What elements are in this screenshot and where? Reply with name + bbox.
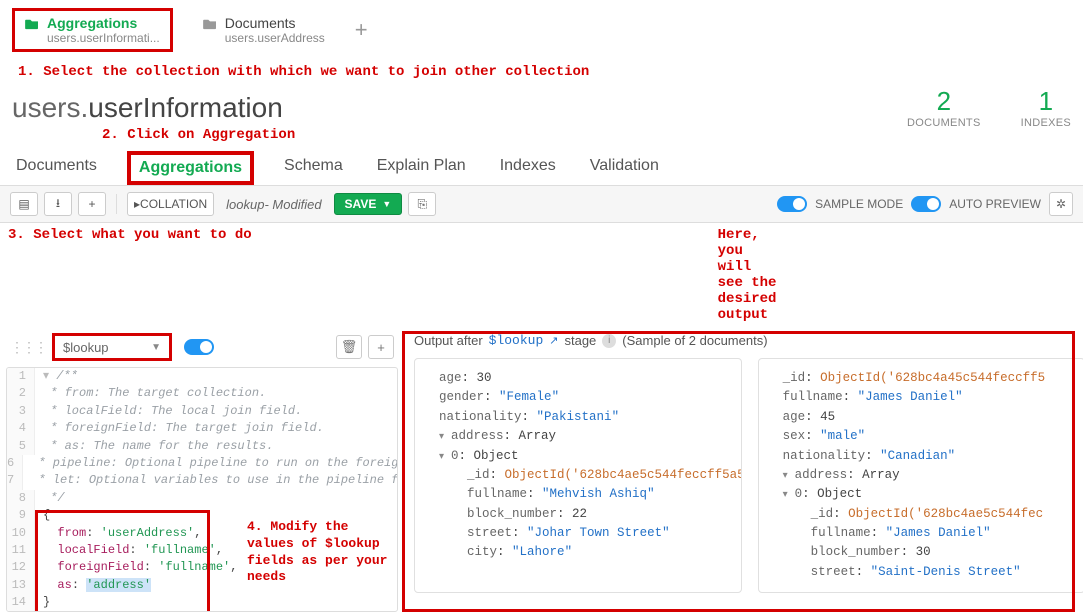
save-button[interactable]: SAVE▼ [334, 193, 403, 215]
file-tab-documents[interactable]: Documents users.userAddress [193, 11, 335, 49]
annotation-3: 3. Select what you want to do [0, 223, 252, 323]
file-tab-title: Documents [225, 15, 325, 31]
open-saved-button[interactable]: ⎘ [408, 192, 436, 216]
collapse-icon[interactable]: ▾ [439, 430, 449, 446]
tab-aggregations[interactable]: Aggregations [127, 151, 254, 185]
tab-explain-plan[interactable]: Explain Plan [373, 151, 470, 185]
file-tabs: Aggregations users.userInformati... Docu… [0, 0, 1083, 64]
tab-schema[interactable]: Schema [280, 151, 347, 185]
chevron-down-icon: ▼ [151, 342, 161, 353]
stage-enable-toggle[interactable] [184, 339, 214, 355]
annotation-4: 4. Modify the values of $lookup fields a… [247, 519, 397, 587]
export-button[interactable]: ⭳ [44, 192, 72, 216]
new-tab-button[interactable]: + [355, 19, 368, 41]
annotation-output: Here, you will see the desired output [252, 227, 777, 323]
output-header: Output after $lookup↗ stage i (Sample of… [414, 333, 1083, 348]
tab-documents[interactable]: Documents [12, 151, 101, 185]
folder-icon [25, 18, 39, 30]
stage-header: ⋮⋮⋮ $lookup ▼ 🗑 + [6, 327, 398, 367]
sample-mode-label: SAMPLE MODE [815, 197, 903, 211]
annotation-2: 2. Click on Aggregation [0, 127, 1083, 143]
stage-link[interactable]: $lookup [489, 333, 544, 348]
collapse-icon[interactable]: ▾ [439, 450, 449, 466]
stage-editor[interactable]: 1▾ /**2 * from: The target collection.3 … [6, 367, 398, 612]
namespace-title: users.userInformation [12, 92, 283, 124]
file-tab-aggregations[interactable]: Aggregations users.userInformati... [12, 8, 173, 52]
sample-mode-toggle[interactable] [777, 196, 807, 212]
delete-stage-button[interactable]: 🗑 [336, 335, 362, 359]
stat-indexes: 1 INDEXES [1021, 86, 1071, 129]
tab-indexes[interactable]: Indexes [496, 151, 560, 185]
pipeline-toolbar: ▤ ⭳ + ▸ COLLATION lookup- Modified SAVE▼… [0, 185, 1083, 223]
folder-icon [203, 18, 217, 30]
sub-tabs: Documents Aggregations Schema Explain Pl… [0, 145, 1083, 185]
pipeline-name: lookup- Modified [220, 197, 327, 212]
auto-preview-label: AUTO PREVIEW [949, 197, 1041, 211]
stat-documents: 2 DOCUMENTS [907, 86, 981, 129]
file-tab-subtitle: users.userAddress [225, 31, 325, 45]
collapse-icon[interactable]: ▾ [783, 488, 793, 504]
settings-button[interactable]: ✲ [1049, 192, 1073, 216]
file-tab-title: Aggregations [47, 15, 160, 31]
add-stage-button[interactable]: + [368, 335, 394, 359]
output-document: _id: ObjectId('628bc4a45c544feccff5 full… [758, 358, 1083, 593]
collation-button[interactable]: ▸ COLLATION [127, 192, 214, 216]
file-tab-subtitle: users.userInformati... [47, 31, 160, 45]
auto-preview-toggle[interactable] [911, 196, 941, 212]
db-name: users [12, 92, 80, 123]
output-document: age: 30 gender: "Female" nationality: "P… [414, 358, 742, 593]
collapse-icon[interactable]: ▾ [783, 469, 793, 485]
stage-select[interactable]: $lookup ▼ [52, 333, 172, 361]
collection-name: userInformation [88, 92, 283, 123]
toggle-sidebar-button[interactable]: ▤ [10, 192, 38, 216]
drag-handle-icon[interactable]: ⋮⋮⋮ [10, 339, 46, 356]
chevron-down-icon: ▼ [382, 199, 391, 209]
new-pipeline-button[interactable]: + [78, 192, 106, 216]
external-link-icon: ↗ [549, 334, 558, 347]
tab-validation[interactable]: Validation [586, 151, 663, 185]
info-icon[interactable]: i [602, 334, 616, 348]
annotation-1: 1. Select the collection with which we w… [0, 64, 1083, 80]
